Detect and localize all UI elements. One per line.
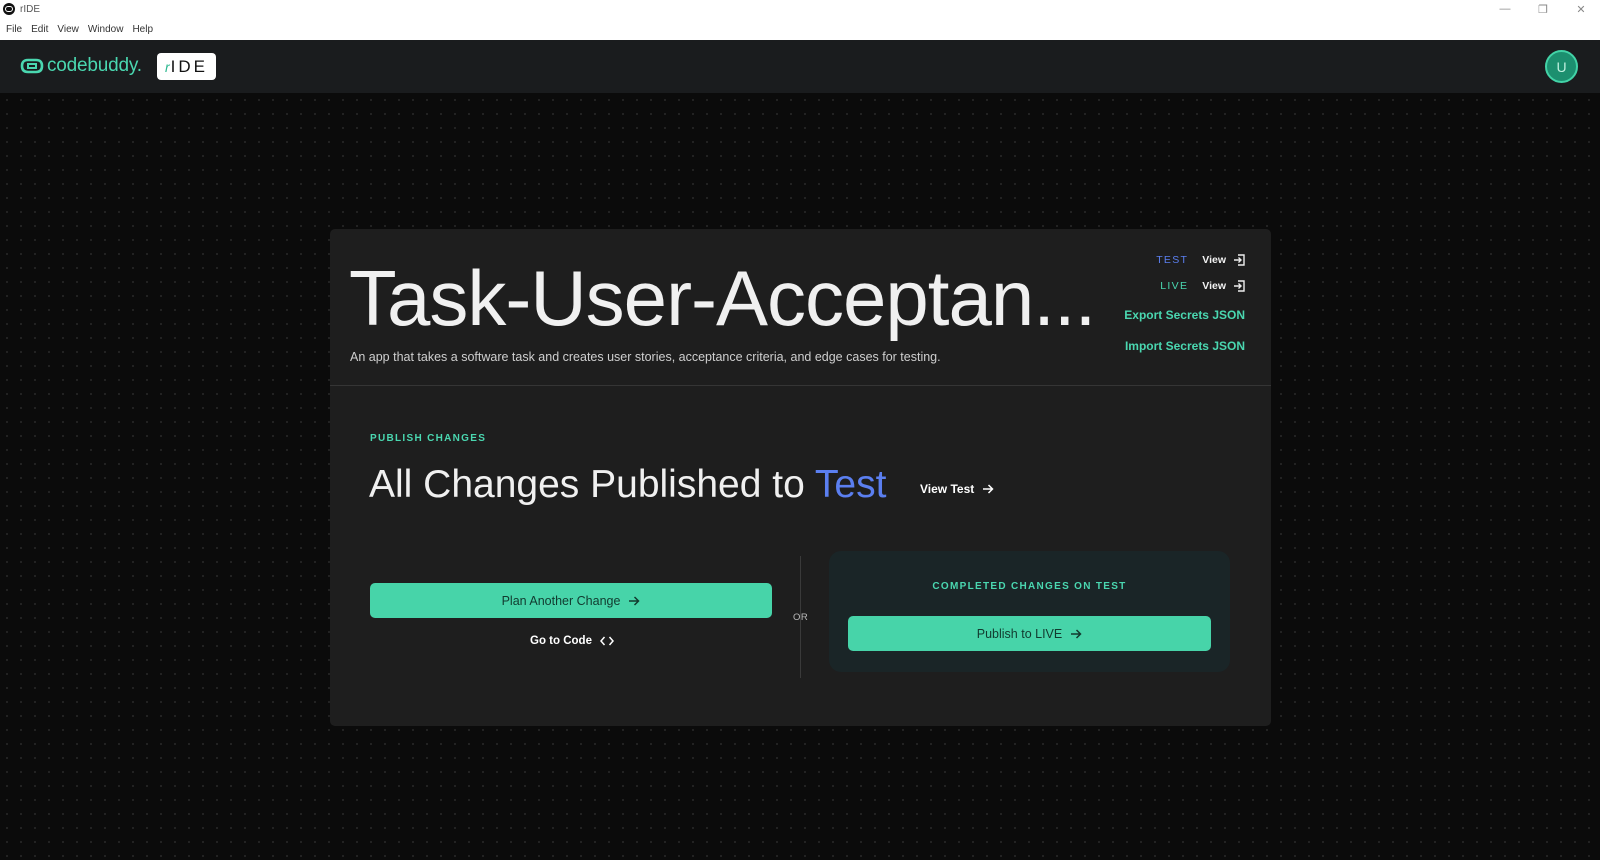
completed-changes-label: COMPLETED CHANGES ON TEST (932, 581, 1127, 592)
menu-file[interactable]: File (6, 24, 22, 35)
project-description: An app that takes a software task and cr… (350, 350, 941, 364)
menu-edit[interactable]: Edit (31, 24, 48, 35)
brand-name: codebuddy. (47, 55, 142, 76)
plan-another-change-button[interactable]: Plan Another Change (370, 583, 772, 618)
menu-bar: File Edit View Window Help (0, 18, 1600, 40)
publish-status-accent: Test (814, 463, 887, 506)
project-title: Task-User-Acceptan... (349, 254, 1096, 342)
publish-status-main: All Changes Published to (369, 463, 805, 506)
app-icon (3, 3, 15, 15)
go-to-code-label: Go to Code (530, 635, 592, 647)
ride-badge-prefix: r (164, 58, 170, 75)
ride-badge: r IDE (157, 53, 216, 80)
close-icon[interactable]: ✕ (1562, 0, 1600, 18)
code-brackets-icon (599, 636, 614, 646)
menu-window[interactable]: Window (88, 24, 124, 35)
user-avatar[interactable]: U (1545, 50, 1578, 83)
or-separator: OR (793, 612, 809, 623)
ride-badge-text: IDE (170, 56, 208, 76)
env-test-view-link[interactable]: View (1202, 254, 1226, 266)
publish-status-title: All Changes Published to Test (369, 463, 886, 507)
import-secrets-link[interactable]: Import Secrets JSON (1125, 339, 1245, 353)
completed-changes-panel: COMPLETED CHANGES ON TEST Publish to LIV… (829, 551, 1230, 672)
env-live-label: LIVE (1160, 280, 1189, 292)
env-live-view-link[interactable]: View (1202, 280, 1226, 292)
arrow-right-icon (629, 595, 640, 606)
view-test-label: View Test (920, 482, 975, 496)
open-external-icon[interactable] (1233, 254, 1245, 266)
open-external-icon[interactable] (1233, 280, 1245, 292)
window-controls: — ❐ ✕ (1486, 0, 1600, 18)
env-test-label: TEST (1156, 254, 1189, 266)
publish-to-live-button[interactable]: Publish to LIVE (848, 616, 1211, 651)
view-test-link[interactable]: View Test (920, 482, 994, 496)
window-title: rIDE (20, 3, 40, 15)
go-to-code-link[interactable]: Go to Code (530, 635, 614, 647)
menu-help[interactable]: Help (132, 24, 153, 35)
title-bar: rIDE — ❐ ✕ (0, 0, 1600, 18)
env-row-test: TEST View (1156, 254, 1245, 266)
publish-section-label: PUBLISH CHANGES (370, 433, 487, 444)
arrow-right-icon (1071, 628, 1082, 639)
app-header: codebuddy. r IDE U (0, 40, 1600, 93)
export-secrets-link[interactable]: Export Secrets JSON (1124, 308, 1245, 322)
minimize-icon[interactable]: — (1486, 0, 1524, 18)
project-card: Task-User-Acceptan... An app that takes … (330, 229, 1271, 726)
codebuddy-logo-icon (20, 58, 44, 74)
restore-icon[interactable]: ❐ (1524, 0, 1562, 18)
publish-to-live-label: Publish to LIVE (976, 626, 1063, 641)
env-row-live: LIVE View (1160, 280, 1245, 292)
arrow-right-icon (983, 484, 994, 494)
menu-view[interactable]: View (57, 24, 79, 35)
codebuddy-logo[interactable]: codebuddy. (20, 54, 142, 78)
plan-another-change-label: Plan Another Change (501, 593, 621, 608)
project-header: Task-User-Acceptan... An app that takes … (330, 229, 1271, 386)
